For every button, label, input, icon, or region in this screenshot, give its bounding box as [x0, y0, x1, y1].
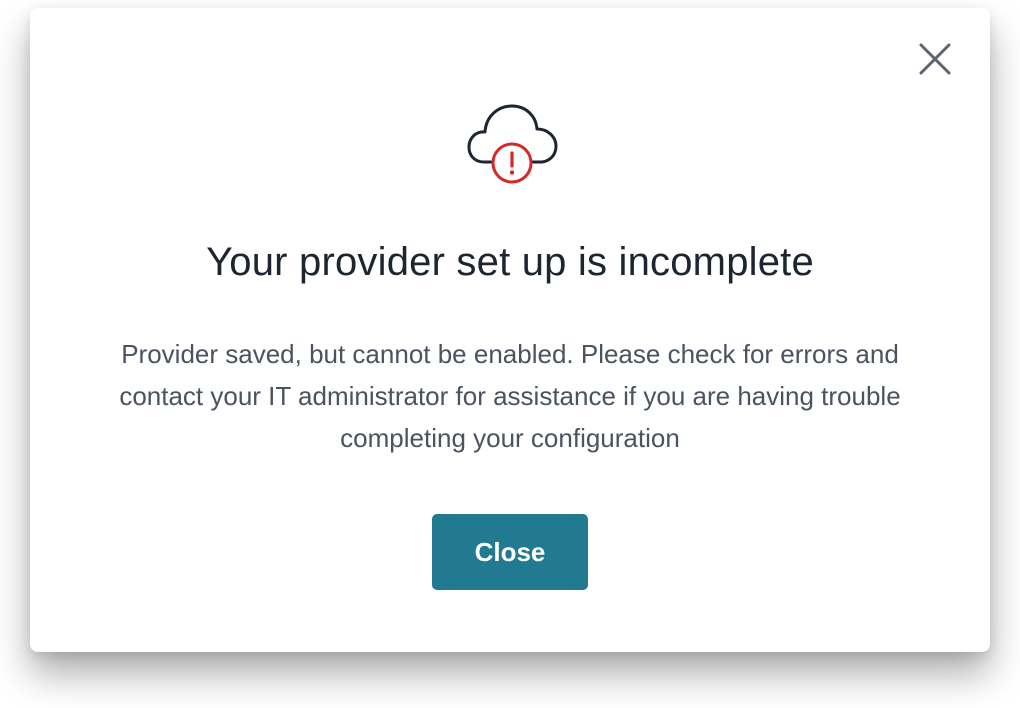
dialog-message: Provider saved, but cannot be enabled. P…	[119, 339, 901, 453]
incomplete-setup-dialog: Your provider set up is incomplete Provi…	[30, 8, 990, 652]
dialog-title: Your provider set up is incomplete	[206, 240, 814, 284]
cloud-error-icon	[464, 94, 560, 186]
close-button[interactable]: Close	[432, 514, 588, 590]
close-icon[interactable]	[915, 39, 955, 79]
